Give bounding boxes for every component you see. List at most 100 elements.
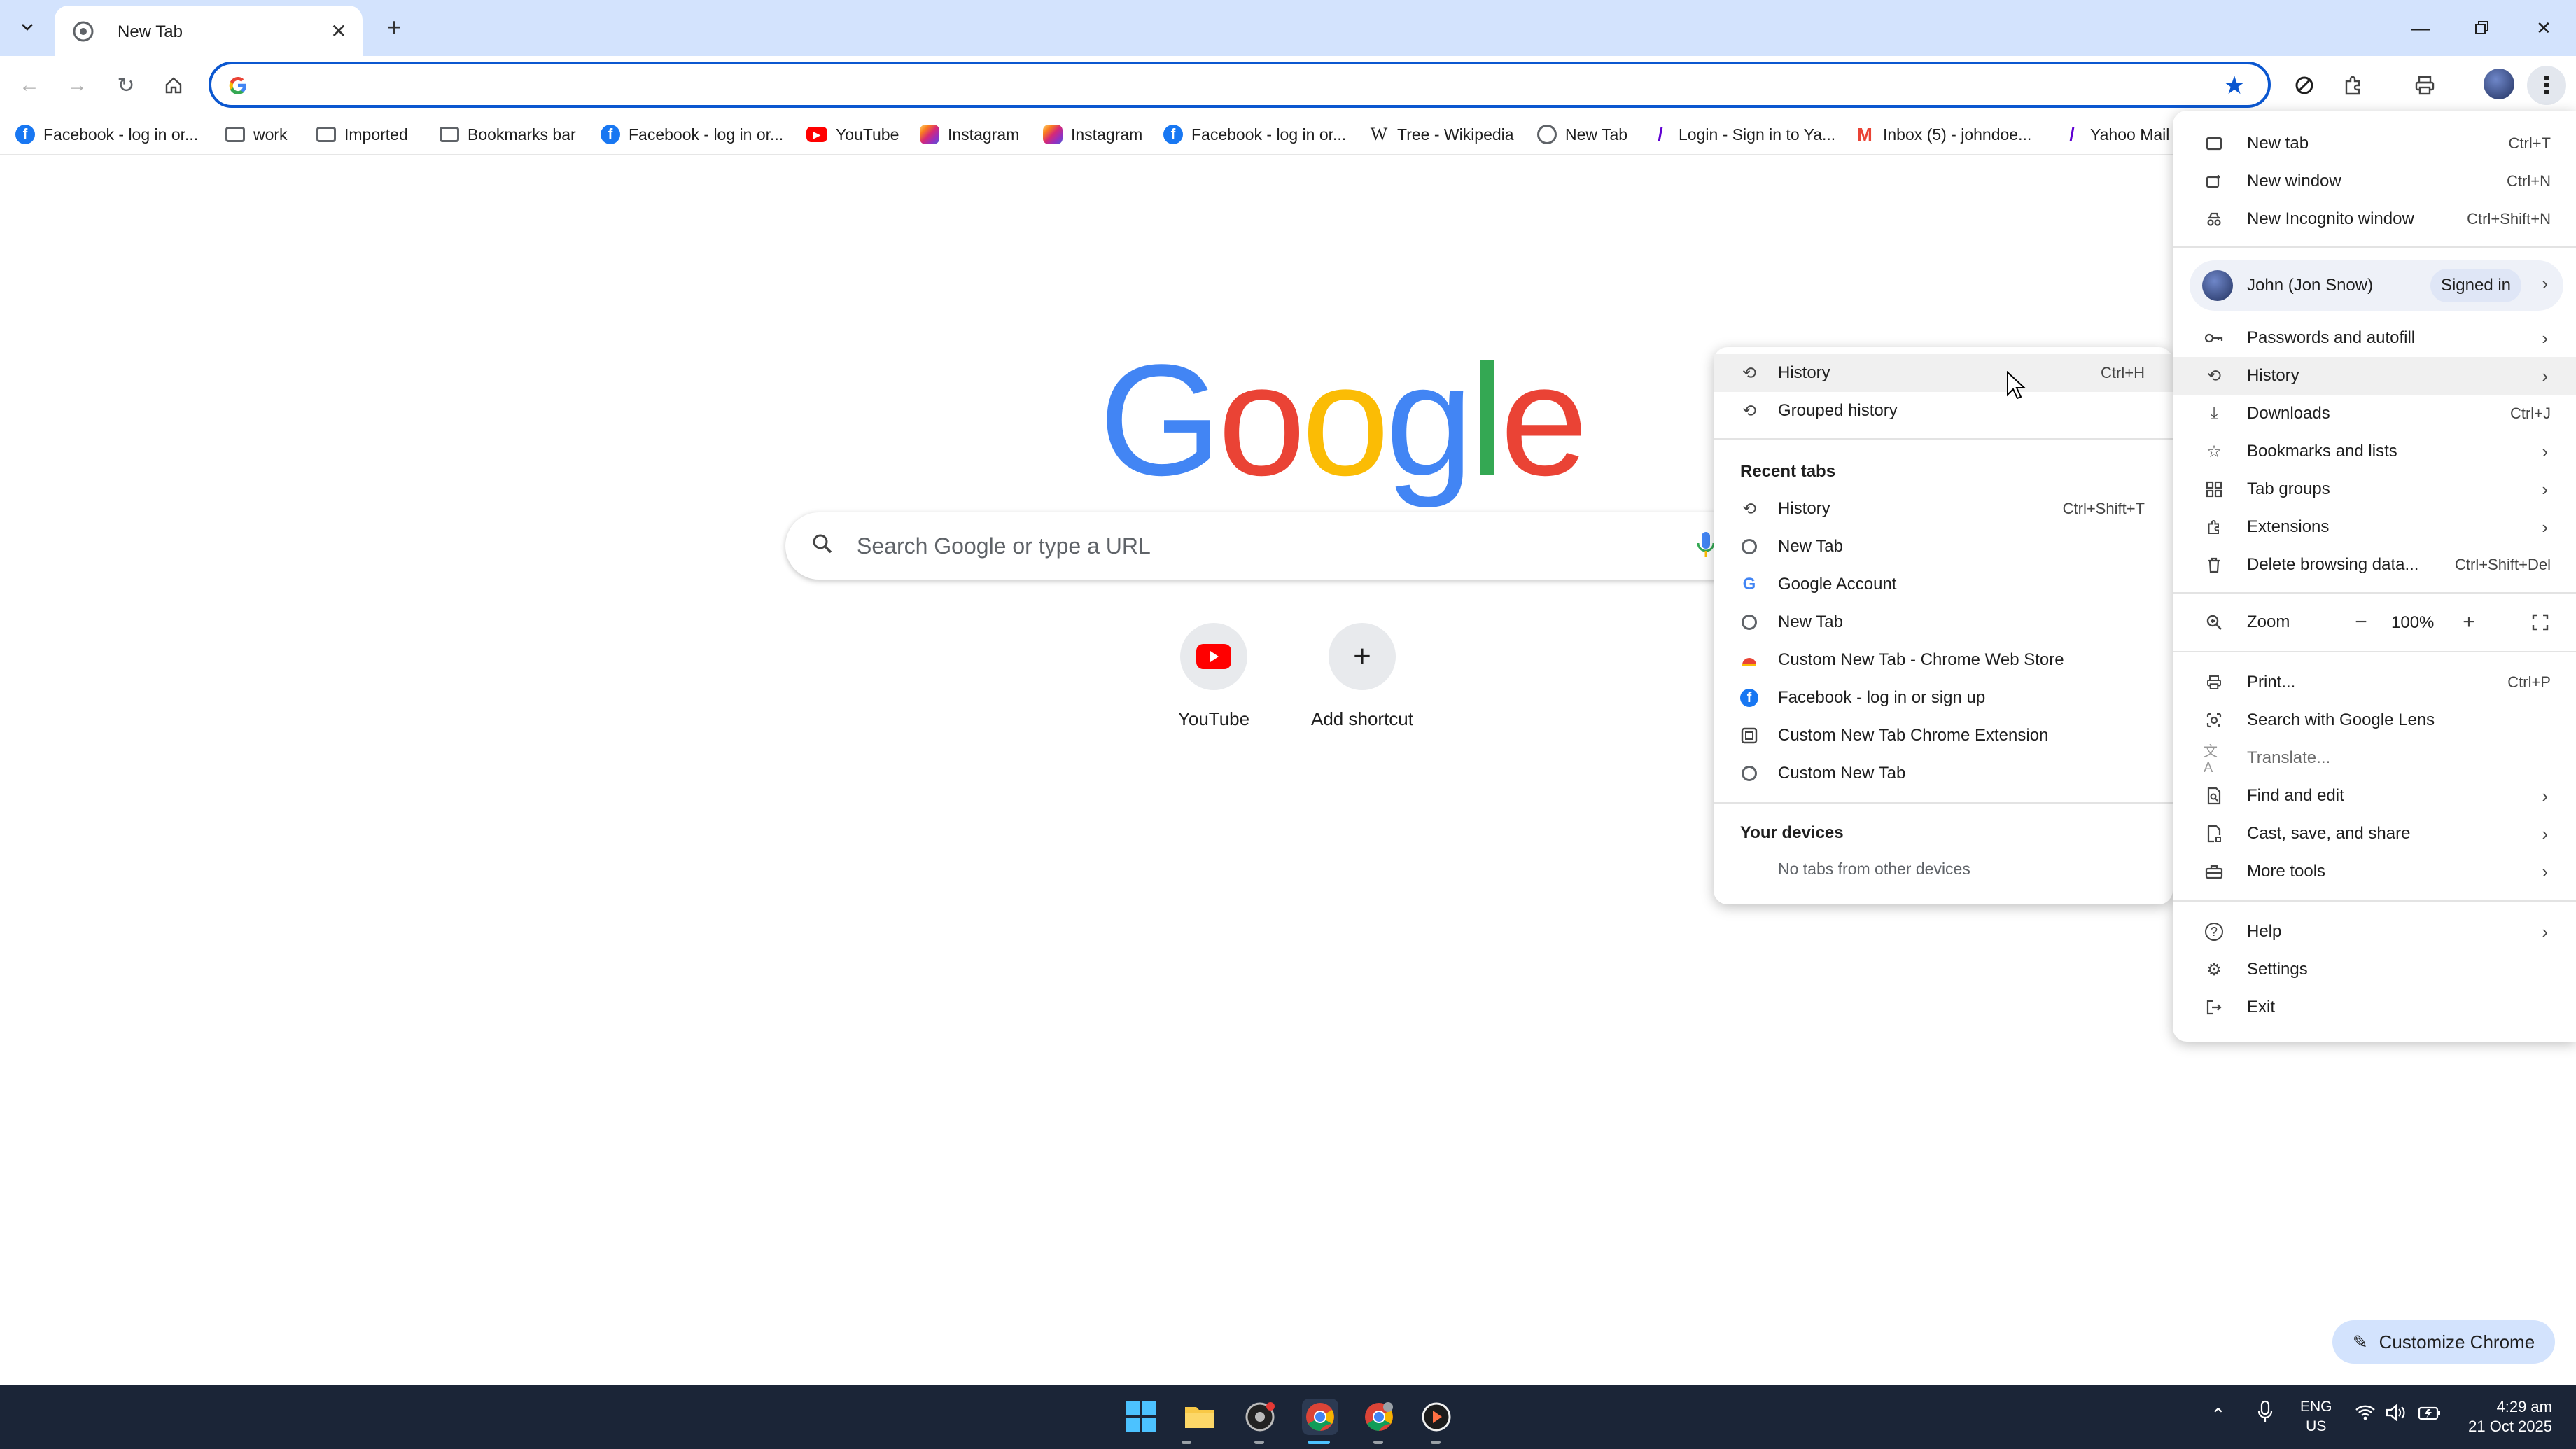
restore-icon[interactable] [2461, 10, 2503, 46]
bookmark-item[interactable]: / Login - Sign in to Ya... [1651, 120, 1835, 148]
bookmark-item[interactable]: f Facebook - log in or... [15, 120, 198, 148]
close-window-icon[interactable]: ✕ [2523, 10, 2565, 46]
profile-avatar[interactable] [2484, 69, 2514, 99]
app-icon[interactable] [1242, 1399, 1278, 1435]
forward-icon[interactable]: → [57, 66, 97, 105]
zoom-in-button[interactable]: + [2453, 606, 2485, 638]
bookmark-star-icon[interactable]: ★ [2219, 70, 2250, 101]
menu-item-bookmarks[interactable]: ☆ Bookmarks and lists › [2173, 433, 2576, 470]
file-explorer-icon[interactable] [1182, 1399, 1218, 1435]
bookmark-item[interactable]: M Inbox (5) - johndoe... [1855, 120, 2031, 148]
customize-chrome-button[interactable]: ✎ Customize Chrome [2332, 1320, 2555, 1364]
address-bar[interactable]: ★ [209, 62, 2271, 108]
recent-tab-item[interactable]: f Facebook - log in or sign up [1714, 679, 2173, 717]
bookmark-folder-imported[interactable]: Imported [316, 120, 408, 148]
menu-item-more-tools[interactable]: More tools › [2173, 853, 2576, 890]
menu-item-google-lens[interactable]: Search with Google Lens [2173, 701, 2576, 739]
menu-item-history[interactable]: ⟲ History Ctrl+H [1714, 354, 2173, 392]
divider [2173, 651, 2576, 652]
bookmark-item[interactable]: ▶ YouTube [806, 120, 899, 148]
history-submenu: ⟲ History Ctrl+H ⟲ Grouped history Recen… [1714, 347, 2173, 904]
bookmark-item[interactable]: New Tab [1537, 120, 1628, 148]
media-player-icon[interactable] [1418, 1399, 1455, 1435]
google-logo-letter: e [1500, 331, 1588, 508]
menu-item-find-and-edit[interactable]: Find and edit › [2173, 777, 2576, 815]
bookmark-label: Facebook - log in or... [629, 125, 784, 144]
avatar [2202, 270, 2233, 301]
print-icon[interactable] [2405, 66, 2444, 105]
clock[interactable]: 4:29 am 21 Oct 2025 [2463, 1397, 2552, 1436]
add-shortcut-button[interactable]: + Add shortcut [1306, 623, 1418, 730]
back-icon[interactable]: ← [10, 66, 49, 105]
recent-tab-item[interactable]: New Tab [1714, 528, 2173, 566]
recent-tab-item[interactable]: Custom New Tab [1714, 755, 2173, 792]
recent-tab-item[interactable]: New Tab [1714, 603, 2173, 641]
running-indicator [1182, 1441, 1191, 1444]
bookmark-item[interactable]: Instagram [920, 120, 1019, 148]
recent-tab-item[interactable]: ⟲ History Ctrl+Shift+T [1714, 490, 2173, 528]
tab-new-tab[interactable]: New Tab ✕ [55, 6, 363, 56]
chevron-up-icon[interactable]: ⌃ [2211, 1404, 2226, 1426]
divider [1714, 438, 2173, 440]
search-box[interactable]: Search Google or type a URL [785, 512, 1765, 580]
ad-block-icon[interactable] [2285, 66, 2324, 105]
bookmark-item[interactable]: W Tree - Wikipedia [1369, 120, 1514, 148]
microphone-icon[interactable] [2257, 1400, 2274, 1428]
menu-item-history[interactable]: ⟲ History › [2173, 357, 2576, 395]
recent-tab-item[interactable]: Custom New Tab Chrome Extension [1714, 717, 2173, 755]
recent-tab-item[interactable]: G Google Account [1714, 566, 2173, 603]
menu-item-new-window[interactable]: New window Ctrl+N [2173, 162, 2576, 200]
kebab-menu-icon[interactable]: ⋮ [2527, 66, 2566, 105]
shortcut-label: Add shortcut [1311, 708, 1413, 729]
minimize-icon[interactable]: — [2400, 10, 2442, 46]
chrome-taskbar-icon[interactable] [1302, 1399, 1338, 1435]
menu-item-extensions[interactable]: Extensions › [2173, 508, 2576, 546]
divider [1714, 802, 2173, 804]
battery-icon[interactable] [2418, 1406, 2442, 1425]
menu-item-delete-browsing-data[interactable]: Delete browsing data... Ctrl+Shift+Del [2173, 546, 2576, 584]
reload-icon[interactable]: ↻ [106, 66, 146, 105]
new-tab-button[interactable]: + [378, 11, 410, 43]
cast-icon [2204, 823, 2225, 844]
menu-item-downloads[interactable]: ⤓ Downloads Ctrl+J [2173, 395, 2576, 433]
menu-item-new-tab[interactable]: New tab Ctrl+T [2173, 125, 2576, 162]
extensions-icon[interactable] [2334, 66, 2373, 105]
fullscreen-icon[interactable] [2524, 606, 2556, 638]
bookmark-label: Yahoo Mail [2090, 125, 2170, 144]
zoom-out-button[interactable]: − [2345, 606, 2377, 638]
new-tab-icon [2204, 133, 2225, 154]
menu-item-exit[interactable]: Exit [2173, 988, 2576, 1026]
home-icon[interactable] [154, 66, 193, 105]
menu-item-translate[interactable]: 文A Translate... [2173, 739, 2576, 777]
bookmark-item[interactable]: Instagram [1043, 120, 1142, 148]
volume-icon[interactable] [2386, 1404, 2407, 1425]
history-icon: ⟲ [1742, 499, 1757, 519]
bookmark-item[interactable]: / Yahoo Mail [2062, 120, 2169, 148]
menu-item-help[interactable]: ? Help › [2173, 913, 2576, 951]
menu-item-passwords[interactable]: Passwords and autofill › [2173, 319, 2576, 357]
bookmark-folder-work[interactable]: work [225, 120, 288, 148]
google-logo-letter: l [1469, 331, 1504, 508]
menu-item-settings[interactable]: ⚙ Settings [2173, 951, 2576, 988]
chrome-profile-taskbar-icon[interactable] [1361, 1399, 1397, 1435]
bookmark-folder-bookmarks-bar[interactable]: Bookmarks bar [440, 120, 576, 148]
wifi-icon[interactable] [2355, 1404, 2376, 1425]
bookmark-item[interactable]: f Facebook - log in or... [601, 120, 783, 148]
profile-row[interactable]: John (Jon Snow) Signed in › [2190, 260, 2563, 311]
close-tab-icon[interactable]: ✕ [326, 18, 351, 43]
facebook-icon: f [601, 125, 620, 144]
recent-tab-item[interactable]: Custom New Tab - Chrome Web Store [1714, 641, 2173, 679]
shortcut-youtube[interactable]: YouTube [1158, 623, 1270, 730]
language-indicator[interactable]: ENG US [2300, 1397, 2332, 1436]
instagram-icon [1043, 125, 1063, 144]
tab-search-button[interactable] [10, 11, 45, 43]
bookmark-item[interactable]: f Facebook - log in or... [1163, 120, 1346, 148]
menu-item-print[interactable]: Print... Ctrl+P [2173, 664, 2576, 701]
menu-item-new-incognito-window[interactable]: New Incognito window Ctrl+Shift+N [2173, 200, 2576, 238]
extensions-icon [2204, 517, 2225, 538]
folder-icon [225, 127, 245, 142]
windows-start-icon[interactable] [1123, 1399, 1159, 1435]
menu-item-tab-groups[interactable]: Tab groups › [2173, 470, 2576, 508]
menu-item-grouped-history[interactable]: ⟲ Grouped history [1714, 392, 2173, 430]
menu-item-cast-save-share[interactable]: Cast, save, and share › [2173, 815, 2576, 853]
